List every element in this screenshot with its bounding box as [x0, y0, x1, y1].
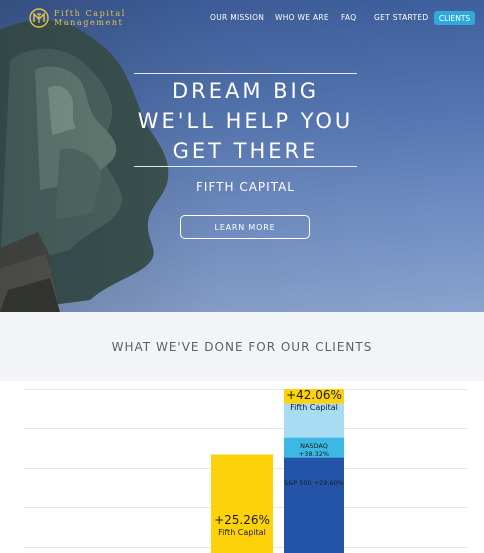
headline-line-1: DREAM BIG — [171, 79, 320, 103]
fifth-capital-left-name: Fifth Capital — [218, 528, 266, 537]
hero-brand-name: FIFTH CAPITAL — [196, 180, 295, 194]
sp500-label: S&P 500 +29.60% — [284, 479, 344, 487]
fcm-monogram-icon — [29, 8, 49, 28]
bar-fifth-capital-left — [211, 454, 273, 553]
logo-line-2: Management — [54, 18, 124, 27]
hero-banner: Fifth Capital Management OUR MISSION WHO… — [0, 0, 484, 312]
fifth-capital-right-label: +42.06% Fifth Capital — [284, 388, 344, 413]
headline-bottom-rule — [134, 166, 357, 167]
fifth-capital-right-name: Fifth Capital — [290, 403, 338, 412]
nav-who-we-are[interactable]: WHO WE ARE — [275, 13, 329, 22]
company-logo[interactable]: Fifth Capital Management — [29, 8, 126, 28]
bar-sp500 — [284, 457, 344, 553]
fifth-capital-left-value: +25.26% — [214, 513, 270, 527]
nasdaq-label: NASDAQ +38.32% — [298, 442, 330, 458]
hero-headline: DREAM BIG WE'LL HELP YOU GET THERE — [134, 76, 357, 166]
clients-button[interactable]: CLIENTS — [434, 11, 475, 25]
fifth-capital-right-value: +42.06% — [286, 388, 342, 402]
headline-line-2: WE'LL HELP YOU — [137, 109, 354, 133]
section-title: WHAT WE'VE DONE FOR OUR CLIENTS — [111, 340, 373, 354]
headline-top-rule — [134, 73, 357, 74]
top-navigation: Fifth Capital Management OUR MISSION WHO… — [0, 0, 484, 36]
fifth-capital-left-label: +25.26% Fifth Capital — [211, 513, 273, 538]
nav-our-mission[interactable]: OUR MISSION — [210, 13, 264, 22]
learn-more-button[interactable]: LEARN MORE — [180, 215, 310, 239]
logo-wordmark: Fifth Capital Management — [54, 9, 126, 27]
logo-line-1: Fifth Capital — [54, 9, 126, 18]
nav-get-started[interactable]: GET STARTED — [374, 13, 428, 22]
nav-faq[interactable]: FAQ — [341, 13, 356, 22]
performance-chart: +25.26% Fifth Capital +42.06% Fifth Capi… — [0, 381, 484, 553]
headline-line-3: GET THERE — [172, 139, 319, 163]
